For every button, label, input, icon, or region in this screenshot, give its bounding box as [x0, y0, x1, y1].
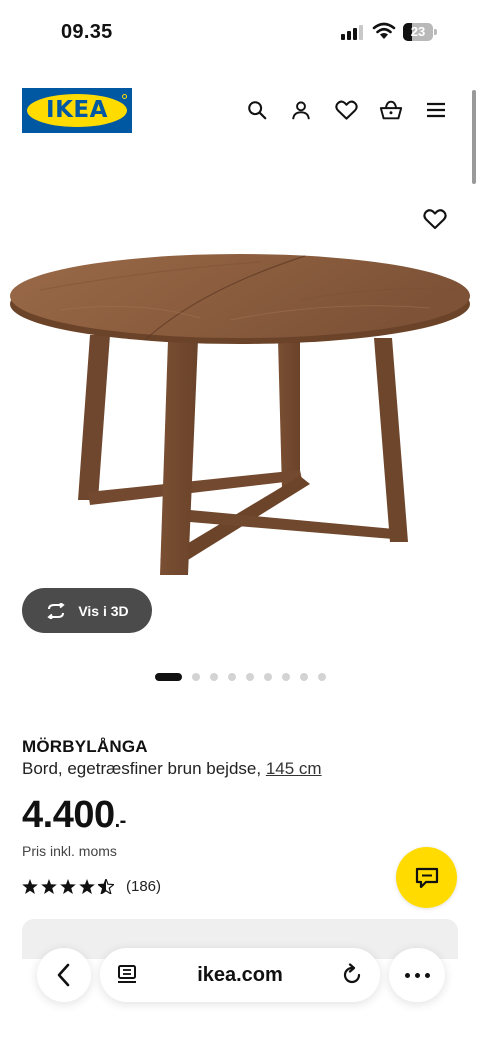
rating-count: (186) [126, 878, 162, 895]
menu-icon[interactable] [424, 98, 448, 122]
basket-icon[interactable] [379, 98, 403, 122]
star-icon [41, 879, 57, 894]
product-size-link[interactable]: 145 cm [266, 759, 322, 778]
carousel-dot[interactable] [282, 673, 290, 681]
carousel-dot[interactable] [300, 673, 308, 681]
status-time: 09.35 [61, 21, 113, 43]
favourites-icon[interactable] [334, 98, 358, 122]
carousel-dot[interactable] [155, 673, 182, 681]
chevron-left-icon [57, 963, 70, 987]
product-price: 4.400.- [22, 794, 126, 837]
chat-button[interactable] [396, 847, 457, 908]
dot [404, 972, 410, 978]
product-name: MÖRBYLÅNGA [22, 737, 148, 756]
half-star-icon [98, 879, 114, 894]
image-carousel-dots[interactable] [155, 672, 326, 682]
product-image[interactable] [0, 150, 480, 650]
ikea-logo[interactable]: IKEA [22, 88, 132, 133]
star-icon [22, 879, 38, 894]
price-main: 4.400 [22, 794, 115, 836]
view-in-3d-label: Vis i 3D [78, 602, 129, 619]
chat-icon [415, 867, 438, 888]
dot [414, 972, 420, 978]
battery-level: 23 [410, 24, 426, 39]
product-description: Bord, egetræsfiner brun bejdse, 145 cm [22, 759, 322, 779]
address-bar[interactable]: ikea.com [100, 948, 380, 1002]
cellular-signal-icon [341, 25, 365, 40]
add-to-favourites-icon[interactable] [423, 208, 447, 232]
reload-icon[interactable] [340, 963, 364, 987]
price-note: Pris inkl. moms [22, 843, 117, 859]
price-suffix: .- [114, 810, 127, 832]
url-domain: ikea.com [197, 964, 283, 986]
battery-icon: 23 [403, 23, 437, 41]
product-rating[interactable]: (186) [22, 878, 161, 895]
carousel-dot[interactable] [192, 673, 200, 681]
browser-toolbar: ikea.com [0, 928, 480, 1040]
logo-text: IKEA [46, 97, 108, 123]
search-icon[interactable] [245, 98, 269, 122]
star-icon [60, 879, 76, 894]
product-type: Bord, egetræsfiner brun bejdse, [22, 759, 262, 778]
status-bar: 09.35 23 [0, 0, 480, 64]
carousel-dot[interactable] [264, 673, 272, 681]
rating-stars [22, 879, 114, 894]
star-icon [79, 879, 95, 894]
site-header: IKEA [0, 85, 480, 137]
carousel-dot[interactable] [210, 673, 218, 681]
rotate-3d-icon [47, 602, 65, 619]
carousel-dot[interactable] [318, 673, 326, 681]
profile-icon[interactable] [289, 98, 313, 122]
view-in-3d-button[interactable]: Vis i 3D [22, 588, 152, 633]
dot [424, 972, 430, 978]
carousel-dot[interactable] [246, 673, 254, 681]
wifi-icon [372, 22, 396, 39]
carousel-dot[interactable] [228, 673, 236, 681]
back-button[interactable] [37, 948, 91, 1002]
more-options-button[interactable] [389, 948, 445, 1002]
